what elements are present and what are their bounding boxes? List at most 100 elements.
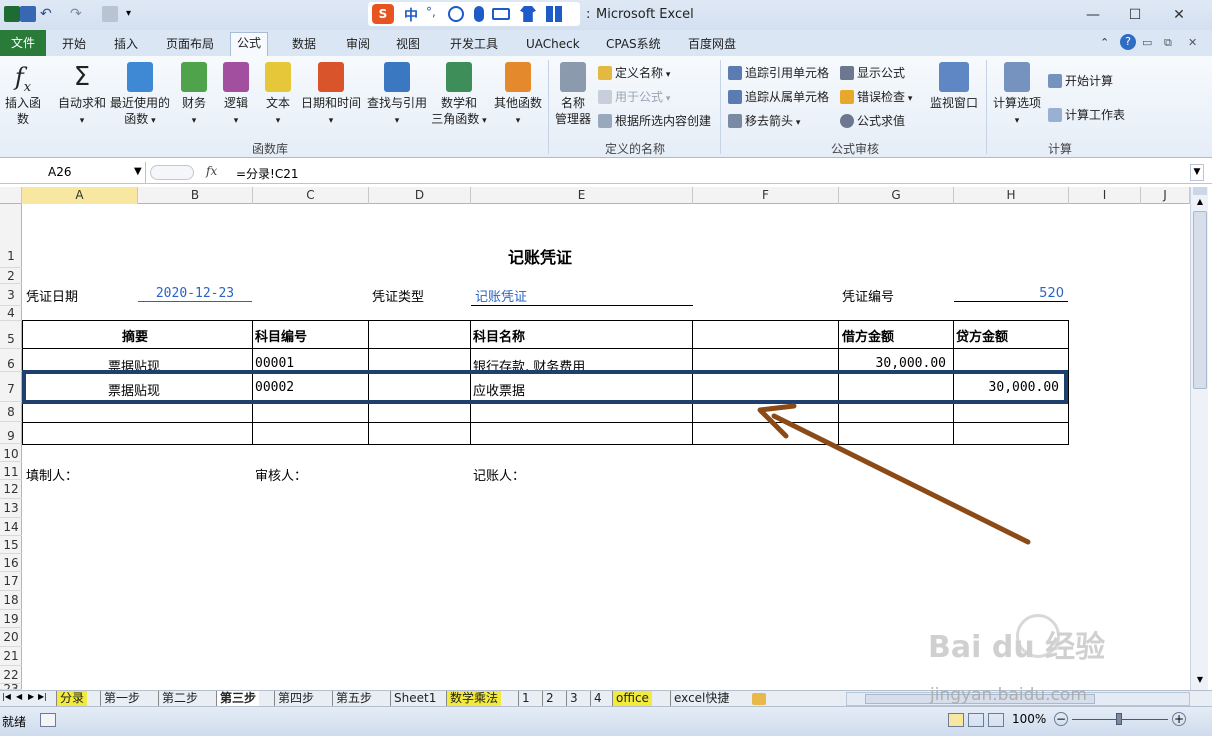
column-header-I[interactable]: I [1069,187,1141,204]
normal-view-icon[interactable] [948,713,964,727]
column-header-D[interactable]: D [369,187,471,204]
vertical-scrollbar[interactable]: ▲ ▼ [1190,187,1208,690]
sogou-logo-icon[interactable]: S [372,4,394,24]
close-button[interactable]: ✕ [1164,4,1194,26]
financial-button[interactable]: 财务 ▾ [176,62,212,129]
logical-button[interactable]: 逻辑 ▾ [218,62,254,129]
evaluate-formula-button[interactable]: 公式求值 [840,112,905,130]
row-header-2[interactable]: 2 [0,268,22,284]
sheet-tab-step1[interactable]: 第一步 [100,691,143,707]
autosum-button[interactable]: Σ 自动求和 ▾ [54,62,110,129]
zoom-level[interactable]: 100% [1012,712,1046,726]
sheet-tab-2[interactable]: 2 [542,691,557,707]
page-break-view-icon[interactable] [988,713,1004,727]
column-header-G[interactable]: G [839,187,954,204]
emoji-icon[interactable] [448,6,464,22]
sheet-tab-office[interactable]: office [612,691,652,707]
row-header-22[interactable]: 22 [0,666,22,684]
close-workbook-icon[interactable]: ✕ [1188,36,1197,49]
sheet-tab-step3[interactable]: 第三步 [216,691,260,707]
sheet-tab-step5[interactable]: 第五步 [332,691,375,707]
sheet-tab-math[interactable]: 数学乘法 [446,691,502,707]
fx-button[interactable]: fx [206,164,217,178]
tab-baidu-netdisk[interactable]: 百度网盘 [682,34,742,56]
tab-insert[interactable]: 插入 [108,34,144,56]
tab-file[interactable]: 文件 [0,30,46,56]
formula-input[interactable]: =分录!C21 [236,165,299,182]
row-header-6[interactable]: 6 [0,349,22,372]
tab-view[interactable]: 视图 [390,34,426,56]
undo-icon[interactable]: ↶ [40,6,56,22]
scroll-down-icon[interactable]: ▼ [1193,675,1207,687]
tab-review[interactable]: 审阅 [340,34,376,56]
ribbon-collapse-icon[interactable]: ⌃ [1100,36,1109,49]
trace-dependents-button[interactable]: 追踪从属单元格 [728,88,829,106]
row-header-14[interactable]: 14 [0,518,22,536]
sheet-tab-excel-shortcuts[interactable]: excel快捷 [670,691,732,707]
macro-record-icon[interactable] [40,713,56,727]
text-button[interactable]: 文本 ▾ [260,62,296,129]
sheet-tab-step4[interactable]: 第四步 [274,691,317,707]
datetime-button[interactable]: 日期和时间 ▾ [300,62,362,129]
expand-formula-bar-icon[interactable]: ▼ [1190,164,1204,181]
row-header-21[interactable]: 21 [0,647,22,666]
microphone-icon[interactable] [474,6,484,22]
column-header-A[interactable]: A [22,187,138,204]
formula-bar-splitter[interactable] [150,165,194,180]
zoom-out-icon[interactable]: − [1054,712,1068,726]
column-header-J[interactable]: J [1141,187,1190,204]
tab-page-layout[interactable]: 页面布局 [160,34,220,56]
row-header-7[interactable]: 7 [0,372,22,402]
lookup-button[interactable]: 查找与引用 ▾ [366,62,428,129]
calc-options-button[interactable]: 计算选项 ▾ [990,62,1044,129]
row-header-16[interactable]: 16 [0,554,22,572]
row-header-20[interactable]: 20 [0,628,22,647]
tab-formulas[interactable]: 公式 [230,32,269,56]
row-header-11[interactable]: 11 [0,462,22,480]
row-header-4[interactable]: 4 [0,306,22,321]
ime-language-label[interactable]: 中 [404,5,418,25]
row-header-9[interactable]: 9 [0,422,22,444]
row-header-18[interactable]: 18 [0,591,22,610]
watch-window-button[interactable]: 监视窗口 [926,62,982,111]
keyboard-icon[interactable] [492,8,510,20]
sheet-tab-1[interactable]: 1 [518,691,533,707]
worksheet-grid[interactable]: 记账凭证 凭证日期 2020-12-23 凭证类型 记账凭证 凭证编号 520 … [22,204,1190,690]
tab-home[interactable]: 开始 [56,34,92,56]
tab-uacheck[interactable]: UACheck [520,34,586,56]
row-header-12[interactable]: 12 [0,480,22,499]
workbook-window-icon[interactable]: ⧉ [1164,36,1172,50]
column-header-H[interactable]: H [954,187,1069,204]
customize-qat-icon[interactable]: ▾ [126,6,142,22]
skin-icon[interactable] [520,6,536,22]
sheet-tab-3[interactable]: 3 [566,691,581,707]
math-trig-button[interactable]: 数学和 三角函数 ▾ [430,62,488,129]
row-header-3[interactable]: 3 [0,284,22,306]
error-checking-button[interactable]: 错误检查 ▾ [840,88,912,106]
row-header-5[interactable]: 5 [0,321,22,349]
tab-data[interactable]: 数据 [286,34,322,56]
trace-precedents-button[interactable]: 追踪引用单元格 [728,64,829,82]
row-header-13[interactable]: 13 [0,499,22,518]
redo-icon[interactable]: ↷ [70,6,86,22]
sheet-tab-fenlu[interactable]: 分录 [56,691,88,707]
save-icon[interactable] [20,6,36,22]
first-sheet-icon[interactable]: |◀ [2,692,11,701]
ime-punctuation-label[interactable]: °, [426,5,436,19]
column-header-F[interactable]: F [693,187,839,204]
name-manager-button[interactable]: 名称 管理器 [552,62,594,127]
sheet-tab-4[interactable]: 4 [590,691,605,707]
print-preview-icon[interactable] [102,6,118,22]
column-header-C[interactable]: C [253,187,369,204]
row-header-8[interactable]: 8 [0,402,22,422]
row-header-1[interactable]: 1 [0,204,22,268]
help-icon[interactable]: ? [1120,34,1136,50]
next-sheet-icon[interactable]: ▶ [28,692,34,701]
minimize-button[interactable]: — [1078,4,1108,26]
restore-workbook-icon[interactable]: ▭ [1142,36,1152,49]
recently-used-button[interactable]: 最近使用的 函数 ▾ [110,62,170,129]
create-from-selection-button[interactable]: 根据所选内容创建 [598,112,711,130]
prev-sheet-icon[interactable]: ◀ [16,692,22,701]
sheet-tab-sheet1[interactable]: Sheet1 [390,691,439,707]
more-functions-button[interactable]: 其他函数 ▾ [492,62,544,129]
